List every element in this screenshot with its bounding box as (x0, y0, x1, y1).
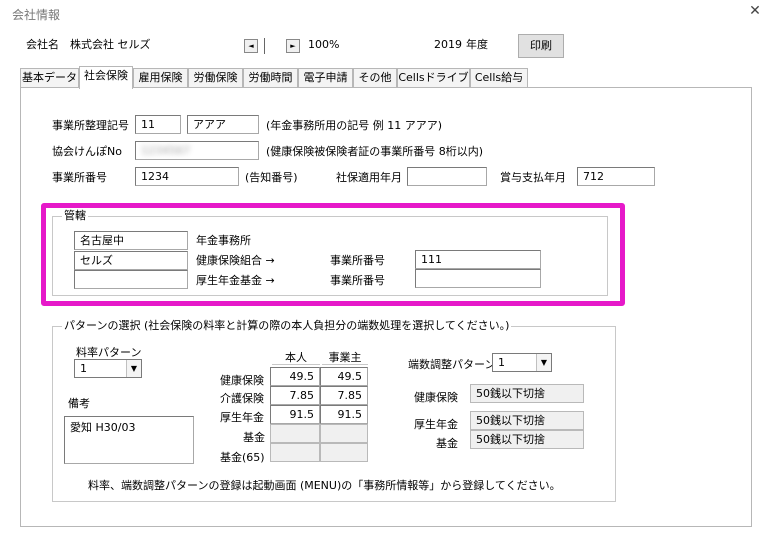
rate-employer-cell[interactable]: 7.85 (320, 386, 368, 405)
rate-row-label: 基金 (243, 431, 265, 444)
rate-employer-cell[interactable] (320, 443, 368, 462)
kousei-office-no-input[interactable] (415, 269, 541, 288)
tab-social-insurance[interactable]: 社会保険 (79, 66, 133, 89)
remarks-label: 備考 (68, 397, 90, 410)
tab-other[interactable]: その他 (353, 68, 397, 88)
rate-self-cell[interactable] (270, 443, 320, 462)
tab-cells-payroll[interactable]: Cells給与 (470, 68, 528, 88)
office-no-note: (告知番号) (245, 171, 298, 184)
zoom-prev-button[interactable]: ◄ (244, 39, 258, 53)
zoom-next-button[interactable]: ► (286, 39, 300, 53)
rounding-value: 50銭以下切捨 (470, 411, 584, 430)
rounding-row-label: 基金 (436, 437, 458, 450)
rounding-pattern-label: 端数調整パターン (408, 358, 496, 371)
col-employer-underline (322, 364, 368, 365)
shaho-input[interactable] (407, 167, 487, 186)
bonus-input[interactable]: 712 (577, 167, 655, 186)
fiscal-year: 2019 (434, 38, 462, 51)
remarks-textarea[interactable]: 愛知 H30/03 (64, 416, 194, 464)
tab-employment-insurance[interactable]: 雇用保険 (133, 68, 188, 88)
close-icon[interactable]: ✕ (746, 2, 764, 20)
kenpo-office-no-label: 事業所番号 (330, 254, 385, 267)
rounding-pattern-value: 1 (498, 356, 505, 369)
col-self-underline (272, 364, 320, 365)
tab-labor-insurance[interactable]: 労働保険 (188, 68, 243, 88)
kyokai-label: 協会けんぽNo (52, 145, 122, 158)
rate-self-cell[interactable]: 7.85 (270, 386, 320, 405)
company-name: 株式会社 セルズ (70, 38, 151, 51)
rate-pattern-value: 1 (80, 362, 87, 375)
rate-employer-cell[interactable]: 49.5 (320, 367, 368, 386)
fiscal-year-label: 年度 (466, 38, 488, 51)
window-title: 会社情報 (12, 8, 61, 22)
print-button[interactable]: 印刷 (518, 34, 564, 58)
rate-row-label: 介護保険 (220, 392, 264, 405)
seiri-code1-input[interactable]: 11 (135, 115, 181, 134)
office-no-label: 事業所番号 (52, 171, 107, 184)
shaho-label: 社保適用年月 (336, 171, 402, 184)
rounding-row-label: 健康保険 (414, 391, 458, 404)
footer-note: 料率、端数調整パターンの登録は起動画面 (MENU)の「事務所情報等」から登録し… (88, 479, 561, 492)
company-label: 会社名 (26, 38, 59, 51)
seiri-note: (年金事務所用の記号 例 11 アアア) (266, 119, 443, 132)
zoom-slider-track[interactable] (264, 38, 278, 54)
rate-row-label: 基金(65) (220, 451, 265, 464)
chevron-down-icon[interactable]: ▼ (536, 354, 551, 371)
rate-self-cell[interactable] (270, 424, 320, 443)
rounding-row-label: 厚生年金 (414, 418, 458, 431)
kyokai-input[interactable]: 1234567 (135, 141, 259, 160)
kousei-office-no-label: 事業所番号 (330, 274, 385, 287)
chevron-down-icon[interactable]: ▼ (126, 360, 141, 377)
rounding-value: 50銭以下切捨 (470, 430, 584, 449)
tab-basic-data[interactable]: 基本データ (20, 68, 79, 88)
tab-e-application[interactable]: 電子申請 (298, 68, 353, 88)
rate-pattern-select[interactable]: 1 ▼ (74, 359, 142, 378)
kousei-kikin-label: 厚生年金基金 → (196, 274, 275, 287)
rate-employer-cell[interactable] (320, 424, 368, 443)
kyokai-note: (健康保険被保険者証の事業所番号 8桁以内) (266, 145, 484, 158)
nenkin-office-label: 年金事務所 (196, 234, 251, 247)
kenpo-kumiai-label: 健康保険組合 → (196, 254, 275, 267)
zoom-level: 100% (308, 38, 340, 51)
pattern-legend: パターンの選択 (社会保険の料率と計算の際の本人負担分の端数処理を選択してくださ… (62, 319, 512, 333)
rate-row-label: 健康保険 (220, 374, 264, 387)
bonus-label: 賞与支払年月 (500, 171, 566, 184)
tab-cells-drive[interactable]: Cellsドライブ (397, 68, 470, 88)
kousei-kikin-input[interactable] (74, 270, 188, 289)
rate-self-cell[interactable]: 49.5 (270, 367, 320, 386)
kenpo-kumiai-input[interactable]: セルズ (74, 251, 188, 270)
nenkin-office-input[interactable]: 名古屋中 (74, 231, 188, 250)
seiri-code2-input[interactable]: アアア (187, 115, 259, 134)
office-no-input[interactable]: 1234 (135, 167, 239, 186)
rounding-pattern-select[interactable]: 1 ▼ (492, 353, 552, 372)
rate-employer-cell[interactable]: 91.5 (320, 405, 368, 424)
seiri-label: 事業所整理記号 (52, 119, 129, 132)
rate-self-cell[interactable]: 91.5 (270, 405, 320, 424)
kenpo-office-no-input[interactable]: 111 (415, 250, 541, 269)
rate-row-label: 厚生年金 (220, 411, 264, 424)
tab-working-hours[interactable]: 労働時間 (243, 68, 298, 88)
rounding-value: 50銭以下切捨 (470, 384, 584, 403)
